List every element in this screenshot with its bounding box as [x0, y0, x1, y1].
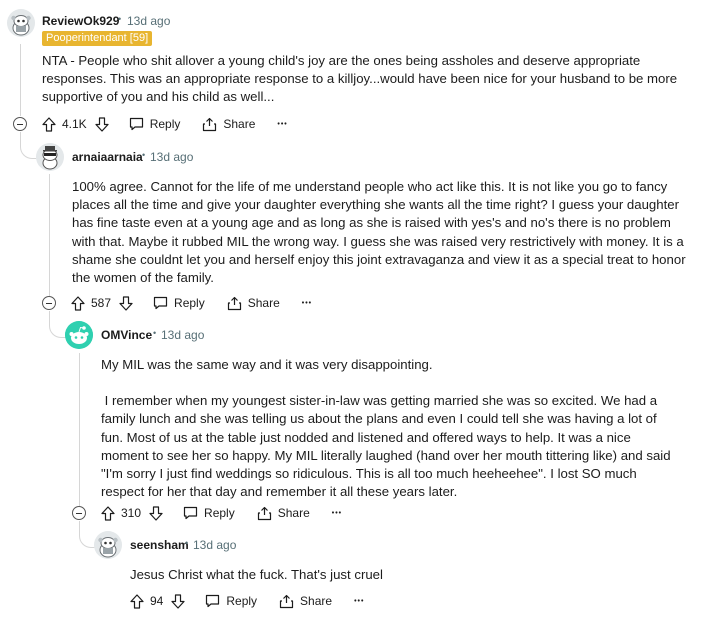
reply-label: Reply — [226, 594, 258, 608]
reply-icon — [183, 506, 198, 520]
thread-line-2[interactable] — [49, 174, 50, 296]
share-icon — [227, 296, 241, 310]
share-button[interactable]: Share — [202, 117, 255, 132]
comment-text: 100% agree. Cannot for the life of me un… — [72, 179, 686, 286]
reply-label: Reply — [174, 296, 205, 310]
thread-line-1[interactable] — [20, 44, 21, 116]
reply-button[interactable]: Reply — [129, 117, 181, 131]
reply-label: Reply — [149, 117, 181, 131]
separator-dot: • — [118, 14, 122, 24]
share-label: Share — [300, 594, 333, 608]
avatar[interactable] — [94, 531, 122, 559]
comment-actions: 310 Reply Share ••• — [101, 503, 342, 523]
more-options-icon[interactable]: ••• — [302, 300, 312, 307]
comment-body: Jesus Christ what the fuck. That's just … — [130, 566, 670, 584]
reply-button[interactable]: Reply — [205, 594, 257, 608]
timestamp[interactable]: 13d ago — [150, 150, 193, 164]
upvote-icon[interactable] — [42, 116, 56, 132]
vote-count: 94 — [150, 594, 164, 608]
user-flair: Pooperintendant [59] — [42, 31, 153, 46]
avatar[interactable] — [7, 9, 35, 37]
comment-text: NTA - People who shit allover a young ch… — [42, 53, 678, 105]
comment-body: My MIL was the same way and it was very … — [101, 356, 681, 501]
separator-dot: • — [142, 150, 146, 160]
share-label: Share — [277, 506, 310, 520]
downvote-icon[interactable] — [171, 593, 185, 609]
share-button[interactable]: Share — [257, 506, 310, 521]
username[interactable]: OMVince — [101, 328, 152, 342]
downvote-icon[interactable] — [95, 116, 109, 132]
reply-button[interactable]: Reply — [153, 296, 205, 310]
separator-dot: • — [185, 538, 189, 548]
share-button[interactable]: Share — [227, 296, 280, 311]
comment-actions: 4.1K Reply Share ••• — [42, 114, 288, 134]
avatar[interactable] — [65, 321, 93, 349]
vote-count: 587 — [91, 296, 112, 310]
downvote-icon[interactable] — [119, 295, 133, 311]
share-label: Share — [247, 296, 280, 310]
snoo-avatar-icon — [94, 531, 122, 559]
upvote-icon[interactable] — [101, 505, 115, 521]
share-icon — [279, 594, 294, 608]
comment-text: Jesus Christ what the fuck. That's just … — [130, 567, 383, 582]
username[interactable]: ReviewOk929 — [42, 14, 119, 28]
vote-count: 4.1K — [62, 117, 87, 131]
collapse-button[interactable] — [42, 296, 56, 310]
share-label: Share — [223, 117, 256, 131]
reply-button[interactable]: Reply — [183, 506, 235, 520]
reply-icon — [206, 594, 220, 608]
default-snoo-avatar-icon — [65, 321, 93, 349]
reply-label: Reply — [204, 506, 235, 520]
share-icon — [203, 117, 217, 131]
comment-paragraph: My MIL was the same way and it was very … — [101, 357, 433, 372]
username[interactable]: seensham — [130, 538, 189, 552]
vote-count: 310 — [121, 506, 142, 520]
downvote-icon[interactable] — [149, 505, 163, 521]
reply-icon — [129, 117, 143, 131]
timestamp[interactable]: 13d ago — [127, 14, 170, 28]
comment-actions: 587 Reply Share ••• — [71, 293, 312, 313]
reply-icon — [153, 296, 168, 310]
comment-body: 100% agree. Cannot for the life of me un… — [72, 178, 688, 287]
comment-paragraph: I remember when my youngest sister-in-la… — [101, 393, 675, 500]
upvote-icon[interactable] — [71, 295, 85, 311]
share-button[interactable]: Share — [279, 594, 332, 609]
comment-actions: 94 Reply Share ••• — [130, 591, 364, 611]
timestamp[interactable]: 13d ago — [193, 538, 236, 552]
username[interactable]: arnaiaarnaia — [72, 150, 143, 164]
thread-connector-2 — [49, 311, 66, 338]
upvote-icon[interactable] — [130, 593, 144, 609]
timestamp[interactable]: 13d ago — [161, 328, 204, 342]
snoo-avatar-icon — [36, 143, 64, 171]
share-icon — [257, 506, 271, 520]
collapse-button[interactable] — [72, 506, 86, 520]
thread-connector-1 — [20, 132, 37, 159]
comment-body: NTA - People who shit allover a young ch… — [42, 52, 696, 107]
collapse-button[interactable] — [13, 117, 27, 131]
thread-line-3[interactable] — [79, 353, 80, 506]
more-options-icon[interactable]: ••• — [354, 598, 364, 605]
snoo-avatar-icon — [7, 9, 35, 37]
avatar[interactable] — [36, 143, 64, 171]
separator-dot: • — [153, 328, 157, 338]
more-options-icon[interactable]: ••• — [277, 121, 287, 128]
more-options-icon[interactable]: ••• — [332, 510, 342, 517]
